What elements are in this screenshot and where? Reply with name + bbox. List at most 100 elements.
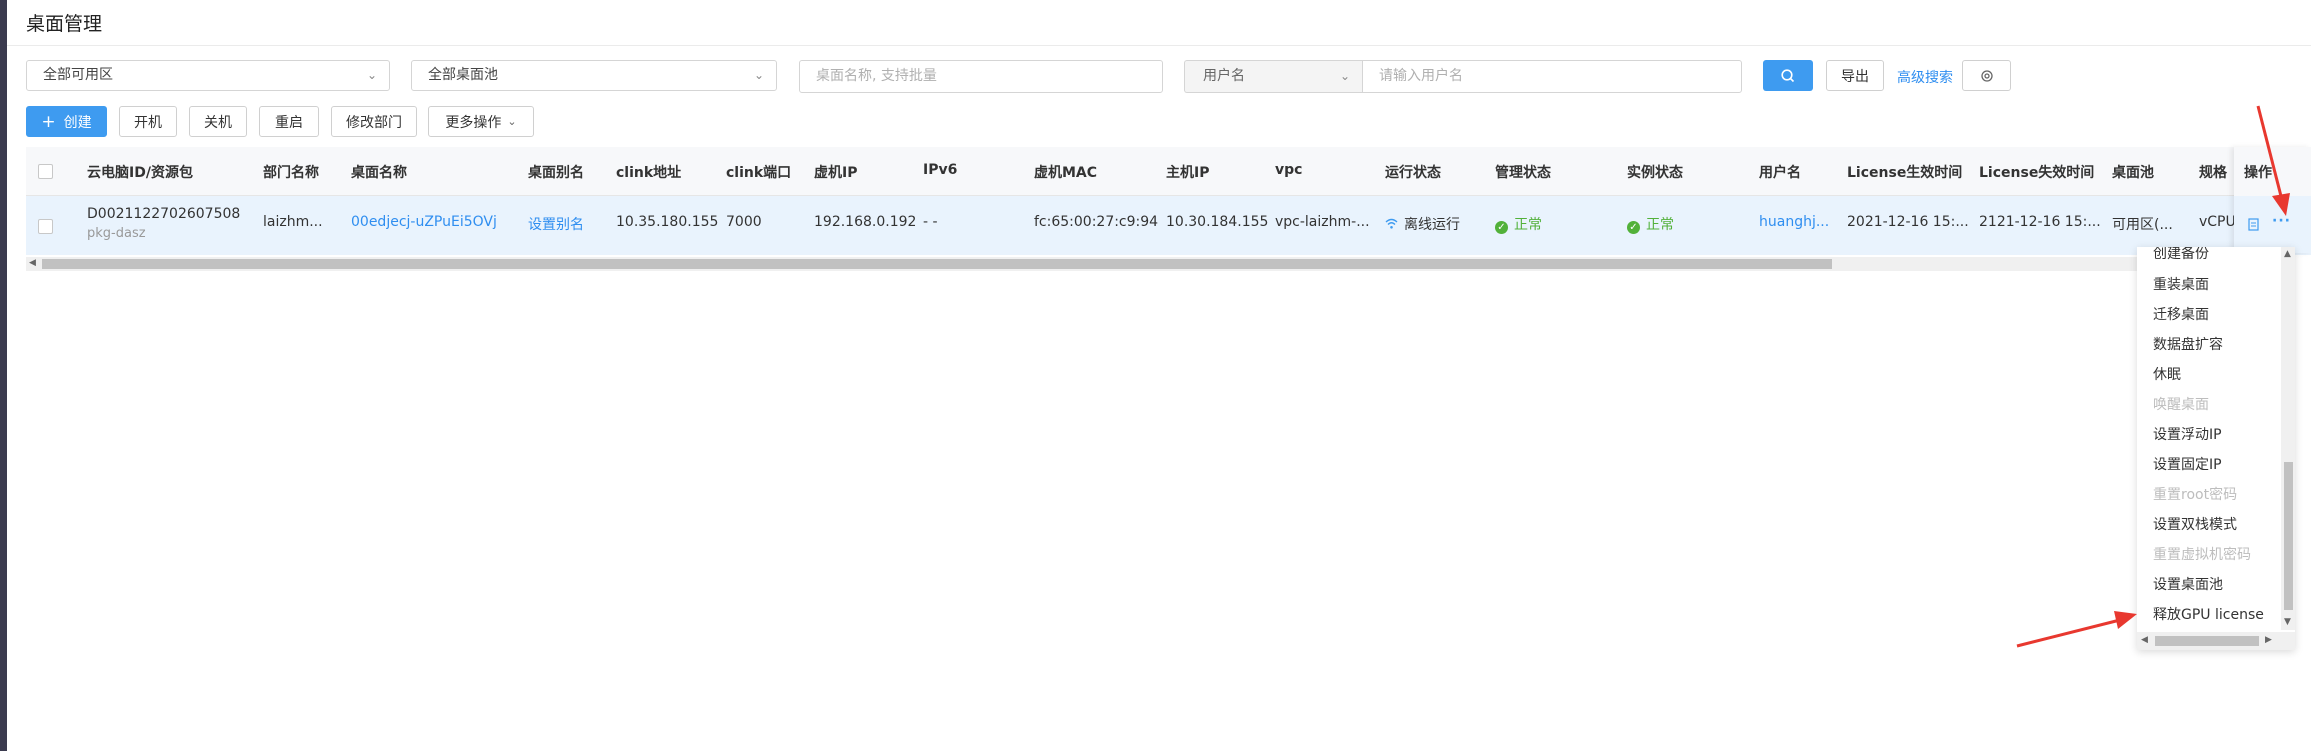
header-run-status: 运行状态 <box>1385 165 1441 181</box>
cell-desktop-name-link[interactable]: 00edjecj-uZPuEi5OVj <box>351 214 497 230</box>
header-alias: 桌面别名 <box>528 165 584 181</box>
zone-select[interactable]: 全部可用区 ⌄ <box>26 60 390 91</box>
check-circle-icon: ✓ <box>1495 221 1508 234</box>
export-label: 导出 <box>1841 68 1869 85</box>
header-ipv6: IPv6 <box>923 162 958 178</box>
menu-item-create-backup[interactable]: 创建备份 <box>2153 247 2209 263</box>
desktop-name-input[interactable]: 桌面名称, 支持批量 <box>799 60 1163 93</box>
cell-dept: laizhm... <box>263 214 323 230</box>
header-mgmt-status: 管理状态 <box>1495 165 1551 181</box>
header-dept: 部门名称 <box>263 165 319 181</box>
chevron-down-icon: ⌄ <box>1339 69 1350 83</box>
scroll-up-icon[interactable]: ▲ <box>2284 249 2291 259</box>
menu-vscroll-thumb[interactable] <box>2284 462 2293 610</box>
menu-vertical-scrollbar[interactable]: ▲ ▼ <box>2281 247 2295 630</box>
username-input[interactable]: 请输入用户名 <box>1362 60 1742 93</box>
title-divider <box>7 45 2311 46</box>
cell-spec: vCPU <box>2199 214 2236 230</box>
cell-ipv6: - - <box>923 214 938 230</box>
header-vm-mac: 虚机MAC <box>1034 165 1098 181</box>
menu-item-expand-disk[interactable]: 数据盘扩容 <box>2153 334 2223 354</box>
red-arrow-icon <box>2016 611 2137 648</box>
menu-item-reinstall[interactable]: 重装桌面 <box>2153 274 2209 294</box>
scroll-right-icon[interactable]: ▶ <box>2265 635 2272 645</box>
header-id: 云电脑ID/资源包 <box>87 165 193 181</box>
restart-button[interactable]: 重启 <box>259 106 319 137</box>
select-all-checkbox[interactable] <box>38 164 53 179</box>
cell-instance-status: ✓ 正常 <box>1627 214 1674 234</box>
more-actions-button[interactable]: 更多操作 ⌄ <box>428 106 534 137</box>
pool-select[interactable]: 全部桌面池 ⌄ <box>411 60 777 91</box>
user-field-select[interactable]: 用户名 ⌄ <box>1184 60 1362 93</box>
header-ops: 操作 <box>2244 165 2272 181</box>
cell-id: D0021122702607508 <box>87 206 241 222</box>
power-on-label: 开机 <box>134 114 162 131</box>
gear-icon <box>1980 69 1993 82</box>
advanced-search-link[interactable]: 高级搜索 <box>1897 67 1953 87</box>
search-button[interactable] <box>1763 60 1813 91</box>
menu-item-reset-vm-password: 重置虚拟机密码 <box>2153 547 2251 563</box>
check-circle-icon: ✓ <box>1627 221 1640 234</box>
menu-item-release-gpu-license[interactable]: 释放GPU license <box>2153 604 2264 624</box>
cell-host-ip: 10.30.184.155 <box>1166 214 1269 230</box>
cell-pool: 可用区(... <box>2112 217 2173 233</box>
menu-hscroll-thumb[interactable] <box>2155 636 2259 646</box>
table-row[interactable]: D0021122702607508 pkg-dasz laizhm... 00e… <box>26 196 2311 255</box>
menu-item-floating-ip[interactable]: 设置浮动IP <box>2153 424 2222 444</box>
header-vpc: vpc <box>1275 162 1303 178</box>
menu-item-hibernate[interactable]: 休眠 <box>2153 364 2181 384</box>
search-icon <box>1781 68 1795 82</box>
menu-item-fixed-ip[interactable]: 设置固定IP <box>2153 454 2222 474</box>
instance-status-text: 正常 <box>1646 217 1674 233</box>
username-placeholder: 请输入用户名 <box>1379 68 1463 84</box>
row-checkbox[interactable] <box>38 219 53 234</box>
header-spec: 规格 <box>2199 165 2227 181</box>
power-off-button[interactable]: 关机 <box>189 106 247 137</box>
settings-button[interactable] <box>1962 60 2011 91</box>
create-button[interactable]: + 创建 <box>26 106 107 137</box>
cell-license-end: 2121-12-16 15:... <box>1979 214 2101 230</box>
wifi-icon <box>1385 218 1398 229</box>
more-ellipsis-icon[interactable]: ··· <box>2272 213 2291 229</box>
set-alias-link[interactable]: 设置别名 <box>528 214 584 234</box>
header-license-end: License失效时间 <box>1979 165 2095 181</box>
header-vm-ip: 虚机IP <box>814 165 858 181</box>
plus-icon: + <box>41 111 56 132</box>
header-desktop-name: 桌面名称 <box>351 165 407 181</box>
table-horizontal-scrollbar[interactable]: ◀ <box>26 257 2266 271</box>
scroll-left-icon[interactable]: ◀ <box>2141 635 2148 645</box>
power-on-button[interactable]: 开机 <box>119 106 177 137</box>
document-icon[interactable] <box>2248 218 2259 231</box>
scroll-down-icon[interactable]: ▼ <box>2284 617 2291 627</box>
cell-clink-addr: 10.35.180.155 <box>616 214 719 230</box>
run-status-text: 离线运行 <box>1404 217 1460 233</box>
chevron-down-icon: ⌄ <box>753 68 764 82</box>
more-actions-menu: 创建备份 重装桌面 迁移桌面 数据盘扩容 休眠 唤醒桌面 设置浮动IP 设置固定… <box>2137 247 2295 650</box>
menu-item-dual-stack[interactable]: 设置双栈模式 <box>2153 514 2237 534</box>
export-button[interactable]: 导出 <box>1826 60 1884 91</box>
chevron-down-icon: ⌄ <box>507 115 517 128</box>
cell-license-start: 2021-12-16 15:... <box>1847 214 1969 230</box>
pool-select-value: 全部桌面池 <box>428 67 498 83</box>
scroll-left-icon[interactable]: ◀ <box>29 258 36 268</box>
menu-item-set-pool[interactable]: 设置桌面池 <box>2153 574 2223 594</box>
chevron-down-icon: ⌄ <box>366 68 377 82</box>
restart-label: 重启 <box>275 114 303 131</box>
create-label: 创建 <box>63 114 92 131</box>
page-title: 桌面管理 <box>26 13 103 35</box>
scrollbar-thumb[interactable] <box>42 259 1832 269</box>
header-instance-status: 实例状态 <box>1627 165 1683 181</box>
power-off-label: 关机 <box>204 114 232 131</box>
cell-mgmt-status: ✓ 正常 <box>1495 214 1542 234</box>
menu-item-reset-root-password: 重置root密码 <box>2153 487 2238 503</box>
menu-horizontal-scrollbar[interactable]: ◀ ▶ <box>2137 632 2295 650</box>
cell-clink-port: 7000 <box>726 214 762 230</box>
cell-username-link[interactable]: huanghj... <box>1759 214 1829 230</box>
change-dept-label: 修改部门 <box>346 114 402 131</box>
change-dept-button[interactable]: 修改部门 <box>331 106 417 137</box>
ops-cell: ··· <box>2234 196 2311 253</box>
table-header: 云电脑ID/资源包 部门名称 桌面名称 桌面别名 clink地址 clink端口… <box>26 147 2311 196</box>
menu-item-migrate[interactable]: 迁移桌面 <box>2153 304 2209 324</box>
header-host-ip: 主机IP <box>1166 165 1210 181</box>
header-clink-port: clink端口 <box>726 165 792 181</box>
